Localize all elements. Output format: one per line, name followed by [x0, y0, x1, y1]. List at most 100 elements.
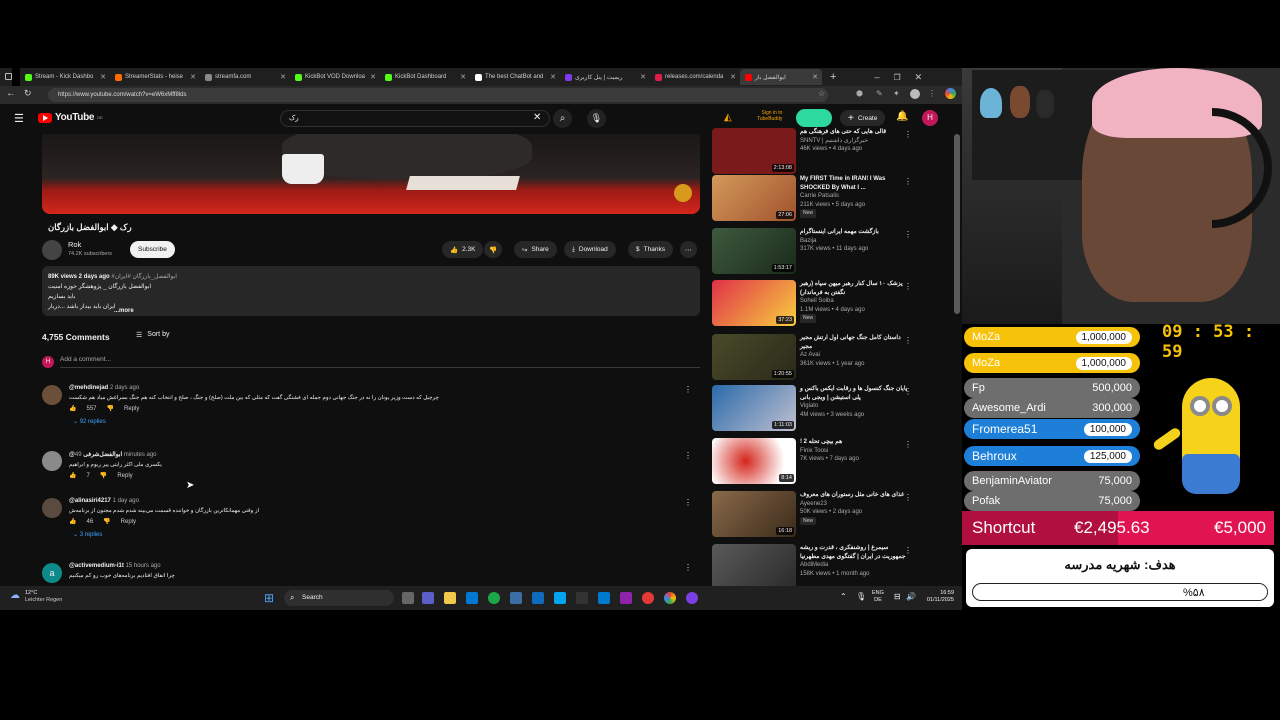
browser-tab[interactable]: KickBot Dashboard ✕	[380, 69, 470, 85]
recommended-video[interactable]: 1:11:03 پایان جنگ کنسول ها و رقابت ایکس …	[712, 385, 922, 433]
thumbs-up-icon[interactable]: 👍	[69, 518, 76, 525]
thumbs-up-icon[interactable]: 👍	[69, 472, 76, 479]
comment-menu-icon[interactable]: ⋮	[684, 451, 692, 460]
network-icon[interactable]: ⊟	[894, 592, 901, 601]
app-icon[interactable]	[554, 592, 566, 604]
reply-button[interactable]: Reply	[121, 519, 136, 525]
search-icon[interactable]: ⌕	[553, 109, 572, 128]
chevron-up-icon[interactable]: ⌃	[840, 592, 847, 601]
thumbs-down-icon[interactable]: 👎	[103, 518, 110, 525]
comment-author[interactable]: @mehdinejad	[69, 385, 108, 391]
clear-search-icon[interactable]: ✕	[533, 112, 541, 123]
store-icon[interactable]	[466, 592, 478, 604]
video-menu-icon[interactable]: ⋮	[904, 230, 912, 239]
terminal-icon[interactable]	[576, 592, 588, 604]
recommended-video[interactable]: سیمرغ | روشنفکری ، قدرت و ریشه جمهوریت د…	[712, 544, 922, 586]
extensions-puzzle-icon[interactable]: ✦	[893, 89, 900, 98]
comment-menu-icon[interactable]: ⋮	[684, 498, 692, 507]
browser-tab[interactable]: StreamerStats - heise ✕	[110, 69, 200, 85]
thumbs-down-icon[interactable]: 👎	[100, 472, 107, 479]
app-icon[interactable]	[686, 592, 698, 604]
reload-icon[interactable]: ↻	[24, 88, 32, 99]
video-thumbnail[interactable]: 16:18	[712, 491, 796, 537]
video-menu-icon[interactable]: ⋮	[904, 336, 912, 345]
commenter-avatar[interactable]	[42, 385, 62, 405]
comment-menu-icon[interactable]: ⋮	[684, 563, 692, 572]
chrome-icon[interactable]	[664, 592, 676, 604]
recommended-video[interactable]: 27:06 My FIRST Time in IRAN! I Was SHOCK…	[712, 175, 922, 223]
browser-tab[interactable]: KickBot VOD Downloa ✕	[290, 69, 380, 85]
video-menu-icon[interactable]: ⋮	[904, 282, 912, 291]
browser-tab[interactable]: ریمیت | پنل کاربری ✕	[560, 69, 650, 85]
extension-toggle-icon[interactable]	[796, 109, 832, 127]
volume-icon[interactable]: 🔊	[906, 592, 916, 601]
clock[interactable]: 16:59 01/11/2025	[920, 590, 954, 604]
close-icon[interactable]: ✕	[280, 73, 286, 81]
replies-toggle[interactable]: ⌄ 92 replies	[69, 418, 439, 425]
comment-menu-icon[interactable]: ⋮	[684, 385, 692, 394]
outlook-icon[interactable]	[532, 592, 544, 604]
hamburger-menu-icon[interactable]: ☰	[14, 112, 24, 125]
close-icon[interactable]: ✕	[460, 73, 466, 81]
recommended-video[interactable]: 2:13:08 قالی هایی که حتی های فرهنگی هم SN…	[712, 128, 922, 176]
maximize-icon[interactable]: ❐	[893, 73, 900, 82]
language-indicator[interactable]: ENG DE	[872, 590, 884, 604]
browser-tab[interactable]: Stream - Kick Dashbo ✕	[20, 69, 110, 85]
app-icon[interactable]	[510, 592, 522, 604]
subscribe-button[interactable]: Subscribe	[130, 241, 175, 258]
sort-by-button[interactable]: ☰ Sort by	[136, 331, 169, 339]
comment-author[interactable]: @activemedium-i1t	[69, 563, 124, 569]
commenter-avatar[interactable]: a	[42, 563, 62, 583]
back-icon[interactable]: ←	[6, 88, 16, 99]
reply-button[interactable]: Reply	[124, 406, 139, 412]
recommended-video[interactable]: 1:20:55 داستان کامل جنگ جهانی اول ارتش م…	[712, 334, 922, 382]
comment-time[interactable]: 1 day ago	[113, 498, 139, 504]
recommended-video[interactable]: 16:18 غذای های خانی مثل رستوران های معرو…	[712, 491, 922, 539]
video-menu-icon[interactable]: ⋮	[904, 387, 912, 396]
show-more-link[interactable]: ...more	[114, 306, 134, 316]
more-actions-button[interactable]: ⋯	[680, 241, 697, 258]
app-icon[interactable]	[642, 592, 654, 604]
file-explorer-icon[interactable]	[444, 592, 456, 604]
close-icon[interactable]: ✕	[190, 73, 196, 81]
url-field[interactable]: https://www.youtube.com/watch?v=eW6xMff8…	[48, 88, 828, 102]
description-tags[interactable]: #ابوالفضل_بازرگان #ایران	[111, 274, 177, 280]
video-player[interactable]	[42, 134, 700, 214]
recommended-video[interactable]: 8:14 ! 2 هم بیچی تحله Finix Toosi 7K views…	[712, 438, 922, 486]
window-close-icon[interactable]: ✕	[915, 72, 923, 83]
video-thumbnail[interactable]: 1:11:03	[712, 385, 796, 431]
comment-author[interactable]: @alinasiri4217	[69, 498, 111, 504]
video-thumbnail[interactable]	[712, 544, 796, 586]
video-thumbnail[interactable]: 2:13:08	[712, 128, 796, 174]
scrollbar-thumb[interactable]	[954, 134, 960, 314]
close-icon[interactable]: ✕	[640, 73, 646, 81]
browser-tab[interactable]: releases.com/calenda ✕	[650, 69, 740, 85]
download-button[interactable]: ⤓ Download	[564, 241, 616, 258]
notifications-bell-icon[interactable]: 🔔	[896, 111, 908, 122]
weather-widget[interactable]: 12°C Leichter Regen	[25, 590, 62, 604]
video-menu-icon[interactable]: ⋮	[904, 493, 912, 502]
microphone-icon[interactable]: 🎙	[856, 592, 866, 601]
description-box[interactable]: 89K views 2 days ago #ابوالفضل_بازرگان #…	[42, 266, 700, 316]
vscode-icon[interactable]	[598, 592, 610, 604]
close-icon[interactable]: ✕	[100, 73, 106, 81]
search-input[interactable]: رک	[280, 110, 550, 127]
video-menu-icon[interactable]: ⋮	[904, 177, 912, 186]
create-button[interactable]: + Create	[840, 110, 886, 126]
edge-icon[interactable]	[488, 592, 500, 604]
tubebuddy-icon[interactable]: ◭	[724, 112, 732, 123]
bookmark-star-icon[interactable]: ☆	[818, 89, 825, 98]
recommended-video[interactable]: 37:23 پزشک ۱۰ سال کنار رهبر میهن سپاه (ر…	[712, 280, 922, 328]
video-thumbnail[interactable]: 27:06	[712, 175, 796, 221]
thumbs-up-icon[interactable]: 👍	[69, 405, 76, 412]
windows-start-icon[interactable]: ⊞	[264, 591, 274, 605]
replies-toggle[interactable]: ⌄ 3 replies	[69, 531, 259, 538]
browser-menu-icon[interactable]	[0, 68, 12, 86]
share-button[interactable]: ↪ Share	[514, 241, 557, 258]
channel-avatar[interactable]	[42, 240, 62, 260]
reply-button[interactable]: Reply	[117, 473, 132, 479]
video-menu-icon[interactable]: ⋮	[904, 546, 912, 555]
thumbs-down-icon[interactable]: 👎	[107, 405, 114, 412]
menu-dots-icon[interactable]: ⋮	[928, 89, 936, 98]
add-comment-input[interactable]: Add a comment...	[60, 356, 700, 368]
